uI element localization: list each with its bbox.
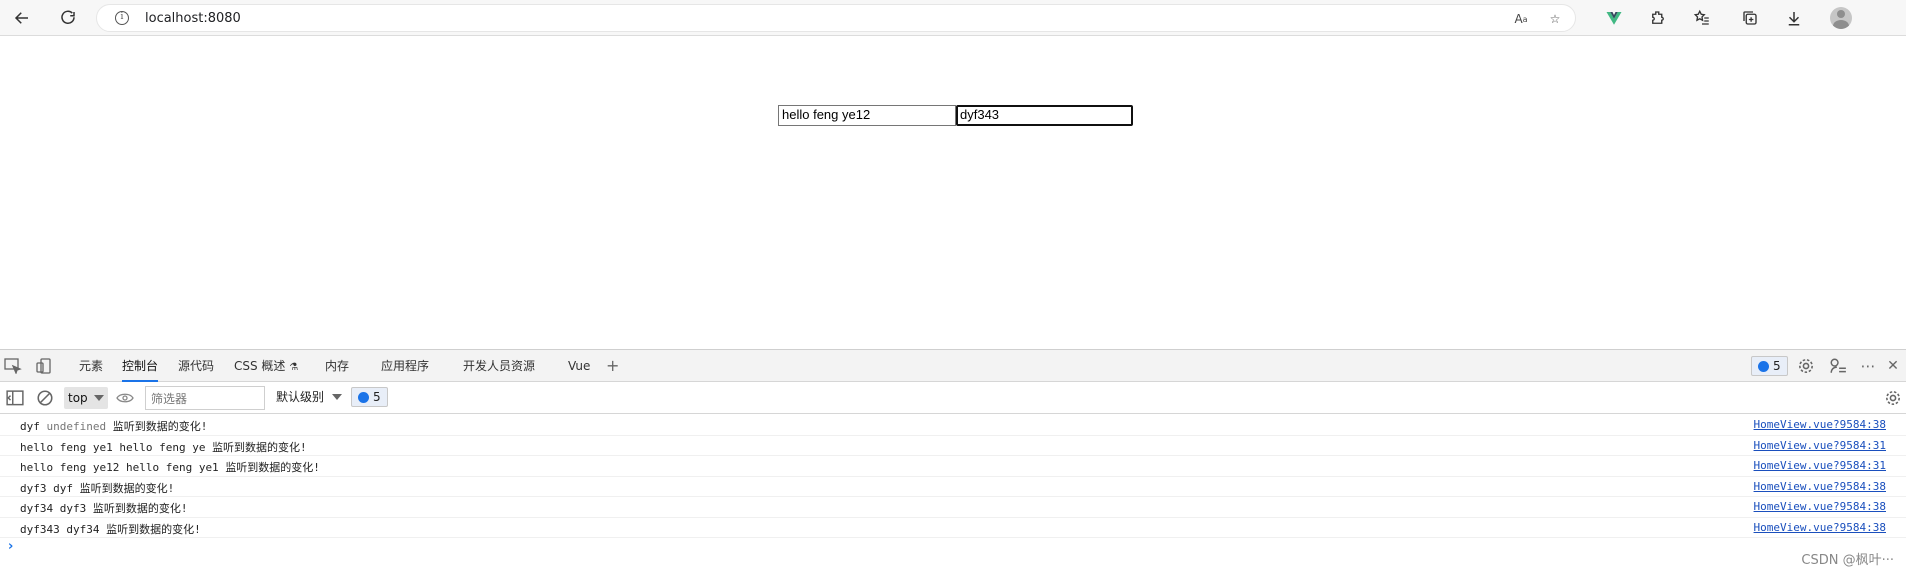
text-input-1[interactable]: hello feng ye12 [778,105,956,126]
console-message: dyf undefined 监听到数据的变化! [20,418,207,434]
filter-input[interactable]: 筛选器 [145,386,265,410]
settings-gear-icon[interactable] [1797,358,1815,374]
console-prompt-chevron-icon[interactable]: › [8,539,13,554]
old-value: undefined [46,420,107,433]
new-value: hello feng ye12 [20,461,120,474]
console-message: dyf3 dyf 监听到数据的变化! [20,480,174,496]
console-output: dyf undefined 监听到数据的变化! HomeView.vue?958… [0,415,1906,574]
downloads-icon[interactable] [1782,6,1806,30]
message-text: 监听到数据的变化! [112,420,208,433]
old-value: dyf3 [59,502,87,515]
browser-toolbar: i localhost:8080 Aa ☆ [0,0,1906,36]
message-count: 5 [373,390,381,404]
console-settings-gear-icon[interactable] [1884,390,1902,406]
source-link[interactable]: HomeView.vue?9584:31 [1754,459,1886,472]
source-link[interactable]: HomeView.vue?9584:38 [1754,418,1886,431]
more-options-icon[interactable]: ⋯ [1859,357,1877,375]
console-row: hello feng ye1 hello feng ye 监听到数据的变化! H… [0,436,1906,456]
message-text: 监听到数据的变化! [225,461,320,474]
read-aloud-icon[interactable]: Aa [1511,9,1531,29]
sidebar-toggle-icon[interactable] [6,390,24,406]
message-text: 监听到数据的变化! [212,440,307,454]
url-text: localhost:8080 [145,11,241,26]
console-row: dyf34 dyf3 监听到数据的变化! HomeView.vue?9584:3… [0,497,1906,518]
live-expression-eye-icon[interactable] [116,390,134,406]
new-value: dyf [20,420,40,433]
collections-icon[interactable] [1738,6,1762,30]
tab-vue[interactable]: Vue [568,350,590,382]
message-bubble-icon [358,391,369,403]
console-row: dyf undefined 监听到数据的变化! HomeView.vue?958… [0,415,1906,436]
source-link[interactable]: HomeView.vue?9584:38 [1754,500,1886,513]
tab-css-overview[interactable]: CSS 概述 ⚗ [234,350,298,382]
favorites-icon[interactable] [1690,6,1714,30]
refresh-icon[interactable] [56,6,80,30]
console-message: hello feng ye1 hello feng ye 监听到数据的变化! [20,439,307,455]
close-devtools-icon[interactable]: ✕ [1884,358,1902,374]
console-row: dyf3 dyf 监听到数据的变化! HomeView.vue?9584:38 [0,477,1906,497]
message-text: 监听到数据的变化! [106,522,201,536]
tab-elements[interactable]: 元素 [79,350,103,382]
source-link[interactable]: HomeView.vue?9584:38 [1754,480,1886,493]
text-input-2[interactable]: dyf343 [956,105,1133,126]
log-level-label: 默认级别 [276,390,325,404]
extensions-icon[interactable] [1646,6,1670,30]
old-value: hello feng ye1 [125,461,219,474]
add-favorite-icon[interactable]: ☆ [1545,9,1565,29]
feedback-icon[interactable] [1829,358,1847,374]
new-value: dyf34 [20,502,54,515]
new-value: hello feng ye1 [20,440,113,454]
message-text: 监听到数据的变化! [92,502,188,515]
source-link[interactable]: HomeView.vue?9584:31 [1754,439,1886,452]
chevron-down-icon [94,395,104,401]
tab-developer-resources[interactable]: 开发人员资源 [463,350,535,382]
flask-icon: ⚗ [289,362,299,373]
tab-css-overview-label: CSS 概述 [234,359,286,373]
console-message: hello feng ye12 hello feng ye1 监听到数据的变化! [20,459,320,475]
source-link[interactable]: HomeView.vue?9584:38 [1754,521,1886,534]
page-content: hello feng ye12 dyf343 [0,37,1906,349]
console-toolbar: top 筛选器 默认级别 5 [0,382,1906,414]
watermark: CSDN @枫叶··· [1801,553,1894,568]
console-row: hello feng ye12 hello feng ye1 监听到数据的变化!… [0,456,1906,477]
inspect-element-icon[interactable] [4,358,22,374]
chevron-down-icon [332,394,342,400]
old-value: dyf34 [66,522,100,536]
clear-console-icon[interactable] [36,390,54,406]
context-selector[interactable]: top [64,387,108,409]
message-count-badge[interactable]: 5 [351,387,388,407]
console-message: dyf343 dyf34 监听到数据的变化! [20,521,201,537]
back-arrow-icon[interactable] [10,6,34,30]
profile-avatar[interactable] [1830,7,1852,29]
tab-memory[interactable]: 内存 [325,350,349,382]
devtools-tabbar: 元素 控制台 源代码 CSS 概述 ⚗ 内存 应用程序 开发人员资源 Vue +… [0,349,1906,382]
tab-application[interactable]: 应用程序 [381,350,429,382]
old-value: dyf [53,481,73,495]
issues-badge[interactable]: 5 [1751,356,1788,376]
old-value: hello feng ye [119,440,206,454]
tab-sources[interactable]: 源代码 [178,350,214,382]
address-bar[interactable]: i localhost:8080 Aa ☆ [96,4,1576,32]
vue-devtools-icon[interactable] [1602,6,1626,30]
add-tab-icon[interactable]: + [606,350,619,382]
issues-count: 5 [1773,359,1781,373]
device-emulation-icon[interactable] [36,358,54,374]
info-icon[interactable]: i [115,11,129,25]
console-message: dyf34 dyf3 监听到数据的变化! [20,500,188,516]
context-label: top [68,391,88,405]
message-text: 监听到数据的变化! [79,481,175,495]
message-bubble-icon [1758,360,1769,372]
log-level-selector[interactable]: 默认级别 [276,388,342,405]
console-row: dyf343 dyf34 监听到数据的变化! HomeView.vue?9584… [0,518,1906,538]
new-value: dyf343 [20,522,60,536]
tab-console[interactable]: 控制台 [122,350,159,382]
new-value: dyf3 [20,481,47,495]
